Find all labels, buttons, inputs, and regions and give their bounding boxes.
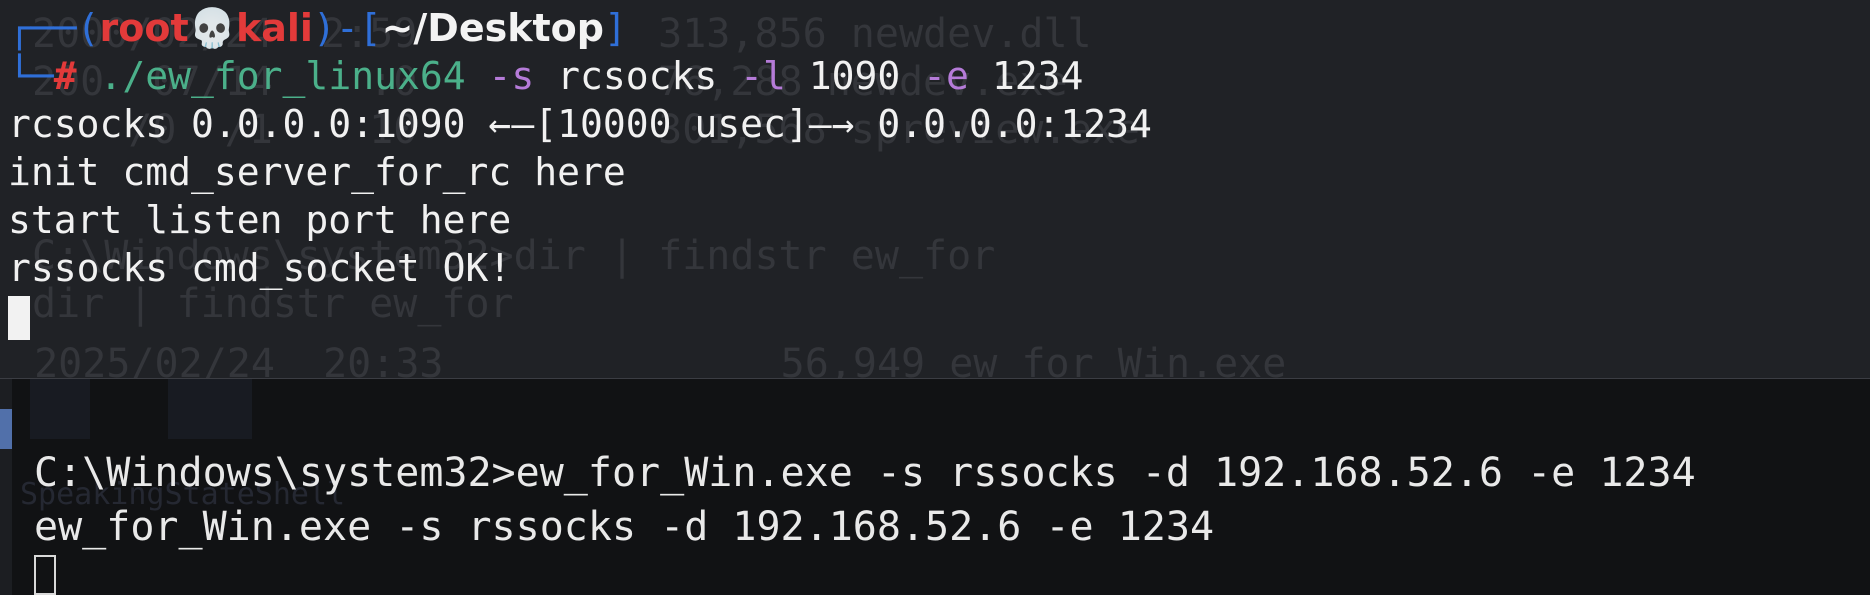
skull-icon: 💀 [188, 6, 236, 50]
command-conn-port: 1234 [968, 54, 1084, 98]
prompt-host: kali [235, 6, 313, 50]
command-flag-e: -e [900, 54, 969, 98]
output-line-2: init cmd_server_for_rc here [8, 150, 626, 194]
command-listen-port: 1090 [785, 54, 901, 98]
prompt-frame-open: ┌──( [8, 6, 100, 50]
command-program: ./ew_for_linux64 [76, 54, 466, 98]
prompt-line-2: └─# ./ew_for_linux64 -s rcsocks -l 1090 … [8, 52, 1083, 100]
command-flag-l: -l [717, 54, 786, 98]
command-mode: rcsocks [534, 54, 718, 98]
cmd-prompt-line: C:\Windows\system32>ew_for_Win.exe -s rs… [34, 450, 1696, 496]
cmd-cursor[interactable] [34, 555, 56, 595]
kali-terminal-pane[interactable]: 2000/02/24 2:59 313,856 newdev.dll 200 0… [0, 0, 1870, 378]
output-line-3: start listen port here [8, 198, 512, 242]
command-flag-s: -s [465, 54, 535, 98]
ghost-line-6: 2025/02/24 20:33 56,949 ew_for_Win.exe [10, 341, 1287, 378]
prompt-frame-close: ] [603, 6, 627, 50]
prompt-line-1: ┌──(root💀kali)-[~/Desktop] [8, 4, 627, 52]
ghost-tile-2 [168, 379, 252, 439]
prompt-frame-corner: └─ [8, 54, 54, 98]
prompt-path: ~/Desktop [381, 6, 604, 50]
window-edge-highlight [0, 409, 12, 449]
output-line-4: rssocks cmd_socket OK! [8, 246, 512, 290]
output-line-1: rcsocks 0.0.0.0:1090 ←—[10000 usec]—→ 0.… [8, 102, 1152, 146]
prompt-hash: # [53, 54, 77, 98]
ghost-tile-1 [30, 379, 90, 439]
windows-cmd-pane[interactable]: SpeakingStateShell C:\Windows\system32>e… [0, 378, 1870, 595]
prompt-user: root [99, 6, 189, 50]
terminal-cursor[interactable] [8, 296, 30, 340]
prompt-frame-mid: )-[ [312, 6, 382, 50]
cmd-echo-line: ew_for_Win.exe -s rssocks -d 192.168.52.… [34, 504, 1215, 550]
